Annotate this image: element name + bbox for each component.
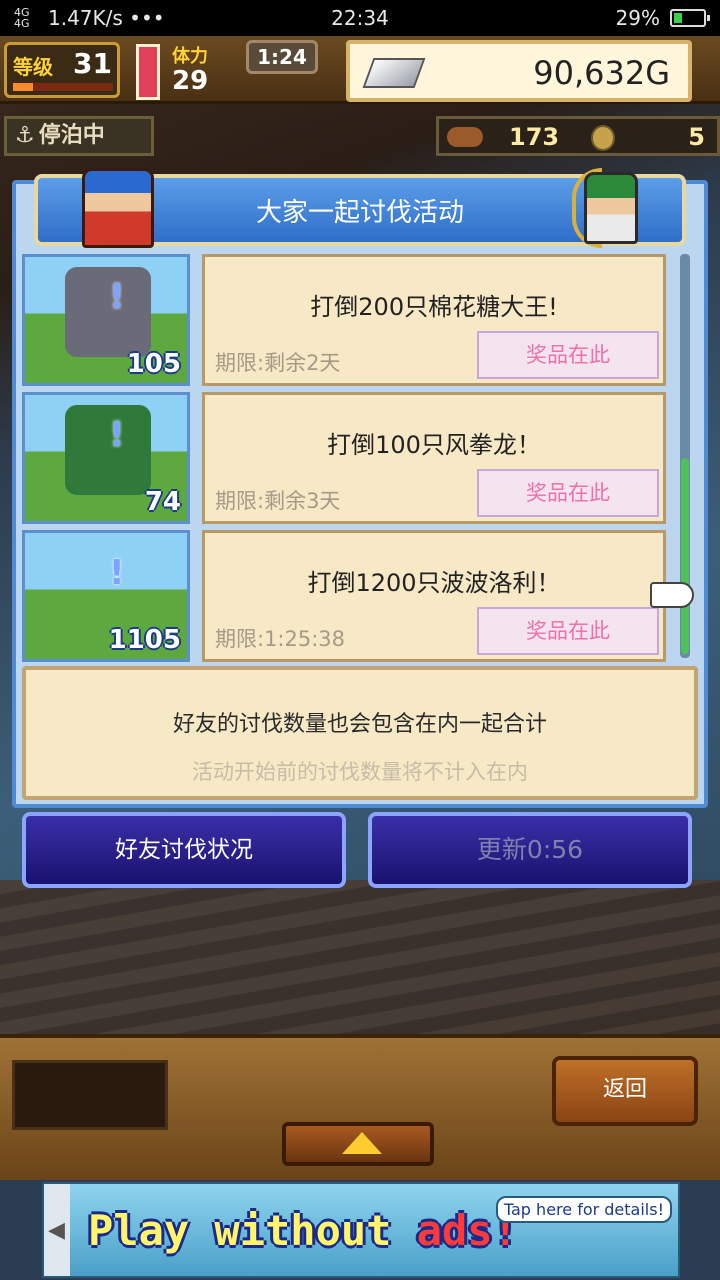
level-box: 等级 31 — [4, 42, 120, 98]
monster-icon — [65, 543, 151, 633]
info-panel: 好友的讨伐数量也会包含在内一起合计 活动开始前的讨伐数量将不计入在内 — [22, 666, 698, 800]
quest-row[interactable]: ! 1105 打倒1200只波波洛利！ 期限:1:25:38 奖品在此 — [22, 530, 666, 662]
quest-card: 打倒100只风拳龙！ 期限:剩余3天 奖品在此 — [202, 392, 666, 524]
expand-menu-button[interactable] — [282, 1122, 434, 1166]
quest-row[interactable]: ! 74 打倒100只风拳龙！ 期限:剩余3天 奖品在此 — [22, 392, 666, 524]
gold-value: 90,632G — [533, 54, 670, 92]
scrollbar-thumb[interactable] — [681, 458, 689, 654]
battery-percent: 29% — [615, 6, 660, 30]
chevron-left-icon: ◀ — [48, 1218, 65, 1243]
level-progress-bar — [13, 83, 113, 91]
battery-icon — [670, 9, 710, 27]
ingot-icon — [362, 58, 426, 88]
return-button[interactable]: 返回 — [552, 1056, 698, 1126]
monster-level: 74 — [144, 487, 181, 517]
reward-button[interactable]: 奖品在此 — [477, 331, 659, 379]
exclamation-icon: ! — [109, 553, 125, 593]
stamina-bar — [136, 44, 160, 100]
network-speed: 1.47K/s ••• — [48, 6, 165, 30]
quest-card: 打倒1200只波波洛利！ 期限:1:25:38 奖品在此 — [202, 530, 666, 662]
level-label: 等级 — [13, 55, 53, 79]
ad-details-link[interactable]: Tap here for details! — [495, 1196, 672, 1223]
stamina-label: 体力 — [172, 46, 208, 67]
pirate-character-icon — [82, 168, 154, 248]
quest-monster-thumbnail: ! 1105 — [22, 530, 190, 662]
docked-status: ⚓ 停泊中 — [4, 116, 154, 156]
empty-slot — [12, 1060, 168, 1130]
battery: 29% — [615, 6, 710, 30]
exclamation-icon: ! — [109, 277, 125, 317]
archer-character-icon — [584, 172, 638, 244]
signal-icon: 4G 4G — [14, 6, 30, 30]
stamina-value: 29 — [172, 66, 209, 96]
docked-label: 停泊中 — [38, 123, 105, 148]
quest-monster-thumbnail: ! 105 — [22, 254, 190, 386]
coin-icon — [591, 125, 615, 151]
exclamation-icon: ! — [109, 415, 125, 455]
status-row: ⚓ 停泊中 173 5 — [0, 114, 720, 158]
ad-text-main: Play without — [88, 1206, 417, 1255]
up-arrow-icon — [342, 1132, 382, 1154]
top-hud: 等级 31 体力 29 1:24 90,632G — [0, 36, 720, 104]
resource-b-value: 5 — [688, 123, 705, 151]
bottom-bar: 返回 — [0, 1034, 720, 1180]
quest-title: 打倒1200只波波洛利！ — [307, 569, 561, 597]
stamina-timer: 1:24 — [246, 40, 318, 74]
reward-button[interactable]: 奖品在此 — [477, 607, 659, 655]
ad-prev-button[interactable]: ◀ — [44, 1184, 70, 1276]
monster-level: 1105 — [108, 625, 181, 655]
info-text-1: 好友的讨伐数量也会包含在内一起合计 — [172, 712, 547, 737]
gold-display: 90,632G — [346, 40, 692, 102]
resource-box: 173 5 — [436, 116, 720, 156]
quest-deadline: 期限:剩余2天 — [215, 351, 341, 375]
meat-icon — [447, 127, 483, 147]
dialog-title: 大家一起讨伐活动 — [255, 197, 464, 228]
update-button[interactable]: 更新0:56 — [368, 812, 692, 888]
quest-deadline: 期限:剩余3天 — [215, 489, 341, 513]
quest-card: 打倒200只棉花糖大王! 期限:剩余2天 奖品在此 — [202, 254, 666, 386]
quest-deadline: 期限:1:25:38 — [215, 627, 346, 651]
info-text-2: 活动开始前的讨伐数量将不计入在内 — [192, 760, 528, 784]
pointing-hand-icon — [650, 582, 694, 608]
quest-title: 打倒200只棉花糖大王! — [310, 293, 558, 321]
monster-icon — [65, 405, 151, 495]
friends-status-button[interactable]: 好友讨伐状况 — [22, 812, 346, 888]
resource-a-value: 173 — [509, 123, 560, 151]
anchor-icon: ⚓ — [15, 123, 35, 148]
ship-deck — [0, 880, 720, 1040]
level-value: 31 — [73, 47, 112, 80]
monster-icon — [65, 267, 151, 357]
reward-button[interactable]: 奖品在此 — [477, 469, 659, 517]
monster-level: 105 — [126, 349, 181, 379]
status-bar: 4G 4G 1.47K/s ••• 22:34 29% — [0, 0, 720, 36]
quest-monster-thumbnail: ! 74 — [22, 392, 190, 524]
quest-row[interactable]: ! 105 打倒200只棉花糖大王! 期限:剩余2天 奖品在此 — [22, 254, 666, 386]
quest-title: 打倒100只风拳龙！ — [327, 431, 541, 459]
ad-headline: Play without ads! — [88, 1206, 518, 1255]
ad-banner[interactable]: ◀ Play without ads! Tap here for details… — [42, 1182, 680, 1278]
